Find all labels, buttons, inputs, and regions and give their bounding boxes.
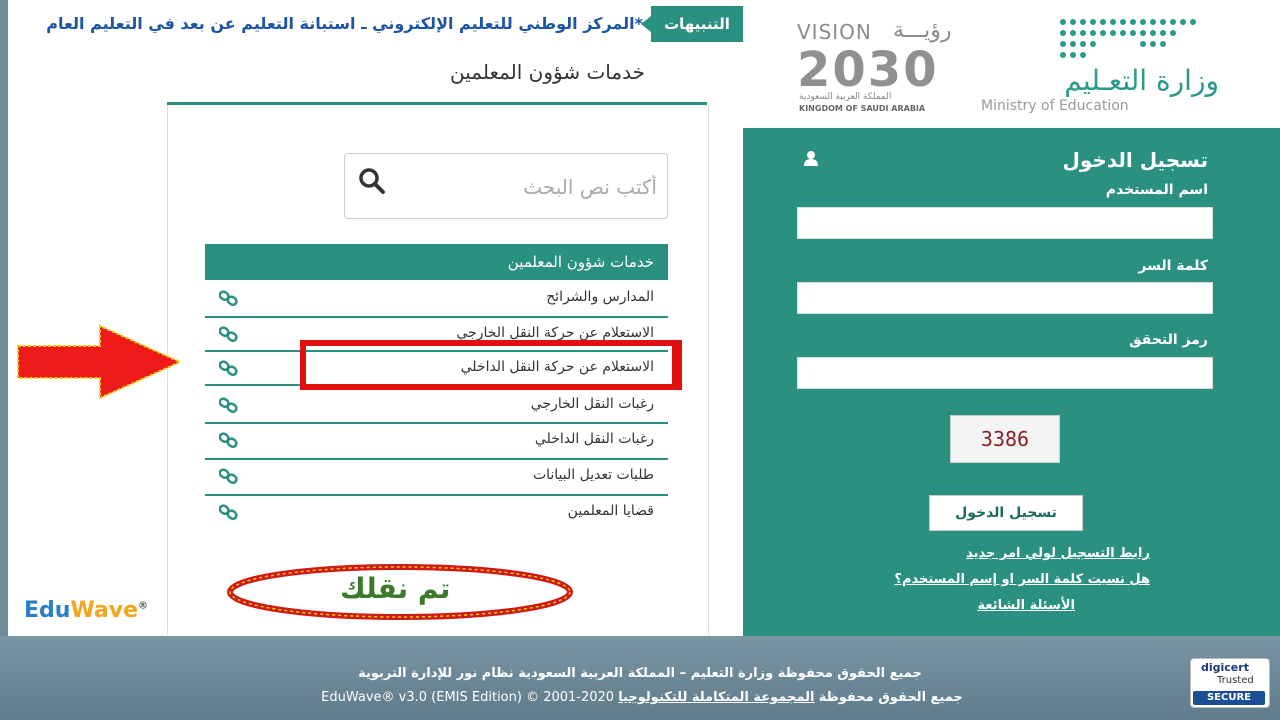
parent-registration-link[interactable]: رابط التسجيل لولي امر جديد xyxy=(966,546,1150,561)
list-item-label: المدارس والشرائح xyxy=(546,289,654,305)
link-icon xyxy=(219,290,238,306)
search-input[interactable] xyxy=(415,164,659,210)
list-item[interactable]: رغبات النقل الخارجي xyxy=(205,386,668,424)
ministry-name-ar: وزارة التعـليم xyxy=(1064,64,1219,97)
eduwave-logo-reg: ® xyxy=(138,600,149,612)
faq-link[interactable]: الأسئلة الشائعة xyxy=(978,598,1076,613)
login-button[interactable]: تسجيل الدخول xyxy=(929,495,1083,531)
list-item-label: قضايا المعلمين xyxy=(567,503,654,519)
footer-line-1: جميع الحقوق محفوظة وزارة التعليم – الممل… xyxy=(358,666,922,681)
password-label: كلمة السر xyxy=(1138,258,1208,274)
vision-word: VISION xyxy=(797,20,872,44)
vision-kingdom-ar: المملكة العربية السعودية xyxy=(799,92,892,102)
list-item[interactable]: طلبات تعديل البيانات xyxy=(205,460,668,496)
user-icon xyxy=(804,151,818,166)
ticker-label: التنبيهات xyxy=(641,6,743,42)
link-icon xyxy=(219,504,238,520)
captcha-label: رمز التحقق xyxy=(1129,332,1208,348)
footer-line-2: جميع الحقوق محفوظة المجموعة المتكاملة لل… xyxy=(262,690,1022,705)
vision-ar: رؤيـــة xyxy=(893,18,952,43)
digicert-trusted: Trusted xyxy=(1217,675,1254,686)
ministry-dots-icon xyxy=(1060,19,1196,58)
list-item[interactable]: المدارس والشرائح xyxy=(205,282,668,318)
forgot-password-link[interactable]: هل نسيت كلمة السر او إسم المستخدم؟ xyxy=(894,572,1150,587)
highlight-box xyxy=(300,340,682,390)
list-item[interactable]: قضايا المعلمين xyxy=(205,496,668,530)
captcha-input[interactable] xyxy=(797,357,1213,389)
digicert-badge[interactable]: digicert Trusted SECURE xyxy=(1190,658,1270,708)
list-item[interactable]: رغبات النقل الداخلي xyxy=(205,424,668,460)
services-list: المدارس والشرائح الاستعلام عن حركة النقل… xyxy=(205,282,668,530)
red-arrow-icon xyxy=(17,324,183,400)
list-item-label: الاستعلام عن حركة النقل الخارجي xyxy=(456,325,654,341)
login-title: تسجيل الدخول xyxy=(1062,148,1208,172)
eduwave-logo: EduWave® xyxy=(24,598,148,623)
moved-annotation-text: تم نقلك xyxy=(340,572,451,605)
login-panel: تسجيل الدخول اسم المستخدم كلمة السر رمز … xyxy=(743,128,1280,636)
eduwave-logo-edu: Edu xyxy=(24,598,71,623)
footer-version: EduWave® v3.0 (EMIS Edition) © 2001-2020 xyxy=(321,690,615,705)
link-icon xyxy=(219,468,238,484)
services-heading: خدمات شؤون المعلمين xyxy=(450,60,645,84)
link-icon xyxy=(219,397,238,413)
footer-prefix: جميع الحقوق محفوظة xyxy=(818,690,963,705)
ticker-text[interactable]: *المركز الوطني للتعليم الإلكتروني ـ استب… xyxy=(46,14,643,33)
notifications-ticker: *المركز الوطني للتعليم الإلكتروني ـ استب… xyxy=(8,6,743,42)
eduwave-logo-wave: Wave xyxy=(70,598,139,623)
ministry-name-en: Ministry of Education xyxy=(981,98,1129,114)
captcha-image: 3386 xyxy=(950,415,1060,463)
link-icon xyxy=(219,432,238,448)
username-input[interactable] xyxy=(797,207,1213,239)
digicert-secure: SECURE xyxy=(1193,691,1265,705)
footer-company-link[interactable]: المجموعة المتكاملة للتكنولوجيا xyxy=(618,690,814,705)
vision-kingdom-en: KINGDOM OF SAUDI ARABIA xyxy=(799,104,926,113)
vision-year: 2030 xyxy=(797,42,939,98)
search-box xyxy=(344,153,668,219)
link-icon xyxy=(219,360,238,376)
digicert-brand: digicert xyxy=(1201,661,1249,674)
password-input[interactable] xyxy=(797,282,1213,314)
vision-2030-logo: VISION رؤيـــة 2030 المملكة العربية السع… xyxy=(797,18,953,114)
logo-area: VISION رؤيـــة 2030 المملكة العربية السع… xyxy=(743,0,1280,128)
ministry-logo: وزارة التعـليم Ministry of Education xyxy=(979,16,1219,116)
username-label: اسم المستخدم xyxy=(1105,182,1208,198)
link-icon xyxy=(219,326,238,342)
search-icon[interactable] xyxy=(357,166,387,196)
services-list-title: خدمات شؤون المعلمين xyxy=(205,244,668,280)
list-item-label: رغبات النقل الداخلي xyxy=(534,431,654,447)
list-item-label: رغبات النقل الخارجي xyxy=(530,396,654,412)
list-item-label: طلبات تعديل البيانات xyxy=(532,467,654,483)
